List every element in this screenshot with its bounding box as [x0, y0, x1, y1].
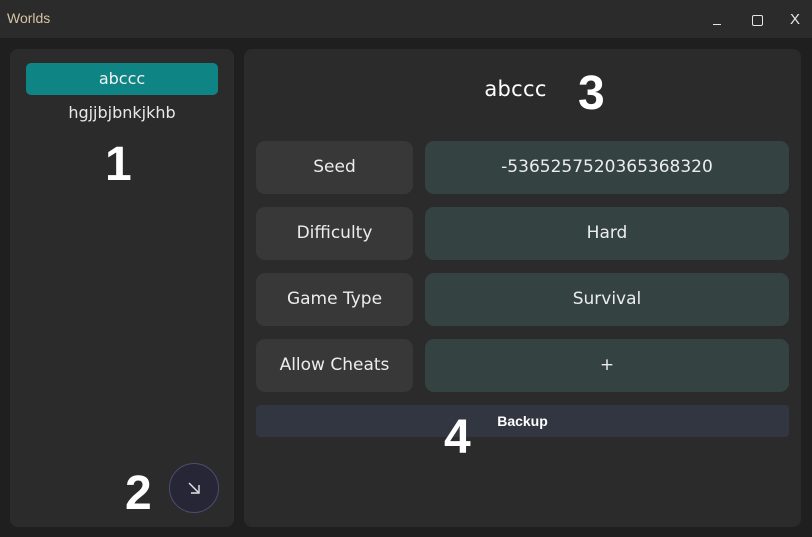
allow-cheats-label: Allow Cheats — [256, 339, 413, 392]
backup-button[interactable]: Backup — [256, 405, 789, 437]
window-title: Worlds — [7, 10, 51, 26]
worlds-window: Worlds X abccc hgjjbjbnkjkhb 1 2 abccc 3… — [0, 0, 812, 537]
world-list-item-hgjjbjbnkjkhb[interactable]: hgjjbjbnkjkhb — [26, 97, 218, 129]
annotation-marker-2: 2 — [125, 467, 152, 520]
maximize-icon — [752, 15, 763, 26]
world-list-panel: abccc hgjjbjbnkjkhb 1 2 — [10, 49, 234, 527]
game-type-label: Game Type — [256, 273, 413, 326]
maximize-button[interactable] — [747, 9, 767, 31]
open-world-folder-button[interactable] — [169, 463, 219, 513]
difficulty-label: Difficulty — [256, 207, 413, 260]
annotation-marker-4: 4 — [444, 411, 471, 464]
world-name-heading: abccc — [484, 77, 547, 101]
annotation-marker-3: 3 — [578, 67, 605, 120]
difficulty-value[interactable]: Hard — [425, 207, 789, 260]
minimize-button[interactable] — [707, 9, 727, 31]
world-details-panel: abccc 3 Seed -5365257520365368320 Diffic… — [244, 49, 801, 527]
allow-cheats-value[interactable]: + — [425, 339, 789, 392]
close-button[interactable]: X — [785, 9, 805, 31]
minimize-icon — [713, 24, 721, 25]
arrow-down-right-icon — [188, 482, 200, 494]
seed-value[interactable]: -5365257520365368320 — [425, 141, 789, 194]
world-list-item-abccc[interactable]: abccc — [26, 63, 218, 95]
game-type-value[interactable]: Survival — [425, 273, 789, 326]
annotation-marker-1: 1 — [105, 138, 132, 191]
title-bar[interactable]: Worlds X — [0, 0, 812, 38]
seed-label: Seed — [256, 141, 413, 194]
